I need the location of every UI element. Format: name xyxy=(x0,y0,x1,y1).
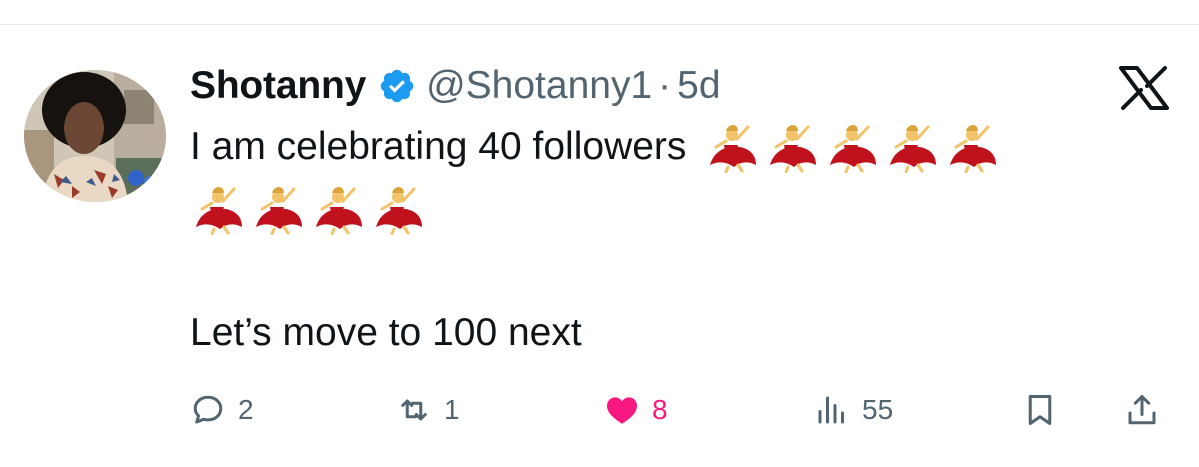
dancer-emoji-icon xyxy=(830,125,877,173)
dancer-emoji-icon xyxy=(256,187,302,235)
tweet-text-celebrating: I am celebrating 40 followers xyxy=(190,125,687,168)
tweet-action-bar: 2 1 8 55 xyxy=(0,388,1199,432)
dancer-emoji-icon xyxy=(950,125,997,173)
reply-icon xyxy=(193,395,223,424)
like-count: 8 xyxy=(652,394,668,425)
share-button[interactable] xyxy=(1124,388,1160,432)
retweet-button[interactable]: 1 xyxy=(396,388,460,432)
verified-badge-icon xyxy=(378,67,416,105)
top-divider xyxy=(0,24,1199,25)
like-icon xyxy=(607,397,637,424)
views-icon xyxy=(818,396,844,424)
dancer-emoji-icon xyxy=(890,125,937,173)
avatar[interactable] xyxy=(24,70,166,202)
tweet-header: Shotanny @Shotanny1 · 5d xyxy=(190,58,721,114)
views-button[interactable]: 55 xyxy=(814,388,893,432)
tweet-text-line-2 xyxy=(190,183,430,246)
like-button[interactable]: 8 xyxy=(604,388,668,432)
dancer-emoji-row-2 xyxy=(190,183,430,235)
share-icon xyxy=(1128,395,1156,425)
tweet-text-line-3: Let’s move to 100 next xyxy=(190,311,582,354)
dancer-emoji-icon xyxy=(316,187,362,235)
avatar-photo xyxy=(24,70,166,202)
retweet-count: 1 xyxy=(444,394,460,425)
views-count: 55 xyxy=(862,394,894,425)
reply-button[interactable]: 2 xyxy=(190,388,254,432)
dancer-emoji-icon xyxy=(376,187,422,235)
x-logo-icon xyxy=(1118,66,1170,110)
display-name[interactable]: Shotanny xyxy=(190,64,366,108)
dancer-emoji-icon xyxy=(710,125,757,173)
bookmark-button[interactable] xyxy=(1022,388,1058,432)
dancer-emoji-row-1 xyxy=(704,121,1004,173)
reply-count: 2 xyxy=(238,394,254,425)
dancer-emoji-icon xyxy=(196,187,242,235)
separator-dot: · xyxy=(658,64,672,107)
retweet-icon xyxy=(401,399,427,421)
bookmark-icon xyxy=(1028,395,1052,425)
timestamp[interactable]: 5d xyxy=(677,64,720,108)
user-handle[interactable]: @Shotanny1 xyxy=(426,64,652,108)
dancer-emoji-icon xyxy=(770,125,817,173)
tweet-text-line-1: I am celebrating 40 followers xyxy=(190,121,1004,173)
